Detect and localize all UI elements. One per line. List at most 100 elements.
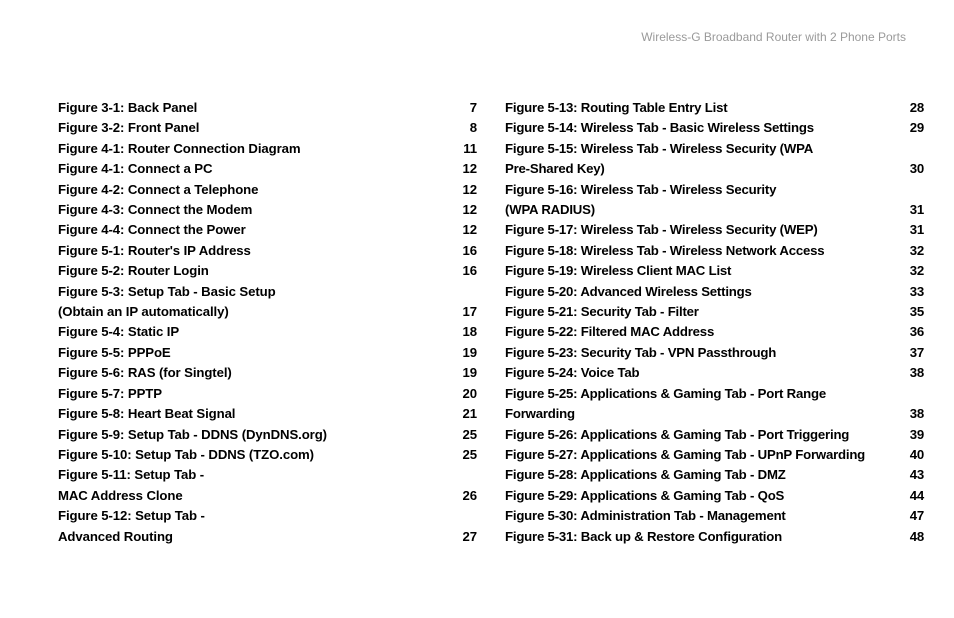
figure-entry: Figure 5-7: PPTP20 — [58, 384, 477, 404]
figure-entry-label: Figure 5-26: Applications & Gaming Tab -… — [505, 425, 857, 445]
figure-entry: Figure 5-27: Applications & Gaming Tab -… — [505, 445, 924, 465]
figure-entry: Figure 4-1: Connect a PC 12 — [58, 159, 477, 179]
figure-entry-label: Figure 5-6: RAS (for Singtel) — [58, 363, 240, 383]
figure-entry-label: Figure 5-12: Setup Tab - — [58, 506, 213, 526]
figure-entry-page: 31 — [902, 220, 924, 240]
figure-entry-label: Figure 5-10: Setup Tab - DDNS (TZO.com) — [58, 445, 322, 465]
figure-entry-page: 33 — [902, 282, 924, 302]
figure-entry-label: Figure 4-3: Connect the Modem — [58, 200, 260, 220]
figure-entry: Figure 4-1: Router Connection Diagram11 — [58, 139, 477, 159]
figure-entry-label-cont: MAC Address Clone — [58, 486, 191, 506]
figure-entry: Figure 5-19: Wireless Client MAC List32 — [505, 261, 924, 281]
figure-entry-page: 38 — [902, 404, 924, 424]
figure-entry: Figure 5-10: Setup Tab - DDNS (TZO.com)2… — [58, 445, 477, 465]
figure-entry: Figure 5-4: Static IP18 — [58, 322, 477, 342]
figure-entry-label: Figure 5-9: Setup Tab - DDNS (DynDNS.org… — [58, 425, 335, 445]
figure-entry: Figure 3-1: Back Panel7 — [58, 98, 477, 118]
figure-entry-page: 26 — [455, 486, 477, 506]
figure-entry-page: 12 — [455, 159, 477, 179]
figure-entry-label: Figure 5-28: Applications & Gaming Tab -… — [505, 465, 794, 485]
figure-entry-page: 12 — [455, 220, 477, 240]
running-header: Wireless-G Broadband Router with 2 Phone… — [641, 30, 906, 44]
figure-entry-page: 17 — [455, 302, 477, 322]
figure-entry-page: 29 — [902, 118, 924, 138]
figure-entry-label: Figure 3-1: Back Panel — [58, 98, 205, 118]
figure-entry-continuation: Pre-Shared Key)30 — [505, 159, 924, 179]
figure-entry-page: 44 — [902, 486, 924, 506]
figure-entry: Figure 5-12: Setup Tab - — [58, 506, 477, 526]
figure-entry: Figure 5-20: Advanced Wireless Settings 3… — [505, 282, 924, 302]
figure-entry-label: Figure 5-23: Security Tab - VPN Passthro… — [505, 343, 784, 363]
figure-entry-page: 28 — [902, 98, 924, 118]
figure-entry-label-cont: Forwarding — [505, 404, 583, 424]
figure-entry-label: Figure 5-22: Filtered MAC Address — [505, 322, 722, 342]
figure-entry: Figure 4-3: Connect the Modem 12 — [58, 200, 477, 220]
list-of-figures: Figure 3-1: Back Panel7Figure 3-2: Front… — [58, 98, 924, 547]
figure-entry-label: Figure 5-3: Setup Tab - Basic Setup — [58, 282, 284, 302]
figure-entry-page: 36 — [902, 322, 924, 342]
figure-entry: Figure 5-9: Setup Tab - DDNS (DynDNS.org… — [58, 425, 477, 445]
figure-entry-label: Figure 5-15: Wireless Tab - Wireless Sec… — [505, 139, 821, 159]
figure-entry: Figure 5-16: Wireless Tab - Wireless Sec… — [505, 180, 924, 200]
figure-entry-label: Figure 5-5: PPPoE — [58, 343, 179, 363]
figure-entry-label: Figure 5-25: Applications & Gaming Tab -… — [505, 384, 834, 404]
figure-entry: Figure 5-25: Applications & Gaming Tab -… — [505, 384, 924, 404]
figure-entry-label: Figure 5-24: Voice Tab — [505, 363, 647, 383]
figure-entry-label: Figure 5-13: Routing Table Entry List — [505, 98, 735, 118]
figure-entry-continuation: MAC Address Clone 26 — [58, 486, 477, 506]
figure-entry-label: Figure 4-4: Connect the Power — [58, 220, 254, 240]
figure-entry-label: Figure 5-11: Setup Tab - — [58, 465, 212, 485]
figure-entry-page: 25 — [455, 425, 477, 445]
figure-entry: Figure 5-15: Wireless Tab - Wireless Sec… — [505, 139, 924, 159]
figure-entry-label: Figure 5-19: Wireless Client MAC List — [505, 261, 739, 281]
figure-entry: Figure 5-5: PPPoE 19 — [58, 343, 477, 363]
figure-entry-page: 37 — [902, 343, 924, 363]
figure-entry-label-cont: Pre-Shared Key) — [505, 159, 613, 179]
figure-entry-label: Figure 5-29: Applications & Gaming Tab -… — [505, 486, 792, 506]
figure-entry-label: Figure 5-1: Router's IP Address — [58, 241, 259, 261]
figure-entry-label: Figure 5-16: Wireless Tab - Wireless Sec… — [505, 180, 784, 200]
figure-entry: Figure 5-3: Setup Tab - Basic Setup — [58, 282, 477, 302]
figure-entry-page: 35 — [902, 302, 924, 322]
figures-column-right: Figure 5-13: Routing Table Entry List 28 F… — [505, 98, 924, 547]
figure-entry-label: Figure 5-27: Applications & Gaming Tab -… — [505, 445, 873, 465]
figure-entry-page: 11 — [455, 139, 477, 159]
figure-entry: Figure 5-21: Security Tab - Filter35 — [505, 302, 924, 322]
figure-entry-page: 12 — [455, 200, 477, 220]
figure-entry-page: 47 — [902, 506, 924, 526]
figure-entry: Figure 5-31: Back up & Restore Configura… — [505, 527, 924, 547]
figure-entry-page: 38 — [902, 363, 924, 383]
figure-entry-page: 21 — [455, 404, 477, 424]
figure-entry-page: 40 — [902, 445, 924, 465]
figures-column-left: Figure 3-1: Back Panel7Figure 3-2: Front… — [58, 98, 477, 547]
figure-entry-label: Figure 4-1: Connect a PC — [58, 159, 220, 179]
figure-entry-label: Figure 5-8: Heart Beat Signal — [58, 404, 243, 424]
figure-entry: Figure 5-29: Applications & Gaming Tab -… — [505, 486, 924, 506]
figure-entry-label-cont: (WPA RADIUS) — [505, 200, 603, 220]
figure-entry-page: 20 — [455, 384, 477, 404]
figure-entry-label: Figure 5-17: Wireless Tab - Wireless Sec… — [505, 220, 826, 240]
figure-entry-page: 39 — [902, 425, 924, 445]
figure-entry-page: 31 — [902, 200, 924, 220]
figure-entry-label: Figure 5-30: Administration Tab - Manage… — [505, 506, 794, 526]
figure-entry: Figure 5-18: Wireless Tab - Wireless Net… — [505, 241, 924, 261]
figure-entry: Figure 5-26: Applications & Gaming Tab -… — [505, 425, 924, 445]
figure-entry-page: 19 — [455, 363, 477, 383]
figure-entry-page: 16 — [455, 241, 477, 261]
figure-entry: Figure 5-24: Voice Tab 38 — [505, 363, 924, 383]
figure-entry: Figure 5-23: Security Tab - VPN Passthro… — [505, 343, 924, 363]
figure-entry-label-cont: (Obtain an IP automatically) — [58, 302, 237, 322]
figure-entry: Figure 4-2: Connect a Telephone12 — [58, 180, 477, 200]
figure-entry-label: Figure 5-20: Advanced Wireless Settings — [505, 282, 760, 302]
figure-entry-page: 16 — [455, 261, 477, 281]
figure-entry-page: 19 — [455, 343, 477, 363]
figure-entry-label: Figure 5-4: Static IP — [58, 322, 187, 342]
figure-entry-label: Figure 3-2: Front Panel — [58, 118, 207, 138]
figure-entry-continuation: (WPA RADIUS) 31 — [505, 200, 924, 220]
figure-entry-label: Figure 4-2: Connect a Telephone — [58, 180, 266, 200]
figure-entry: Figure 5-8: Heart Beat Signal 21 — [58, 404, 477, 424]
figure-entry-page: 48 — [902, 527, 924, 547]
figure-entry: Figure 5-17: Wireless Tab - Wireless Sec… — [505, 220, 924, 240]
figure-entry: Figure 3-2: Front Panel8 — [58, 118, 477, 138]
figure-entry-label: Figure 5-2: Router Login — [58, 261, 217, 281]
